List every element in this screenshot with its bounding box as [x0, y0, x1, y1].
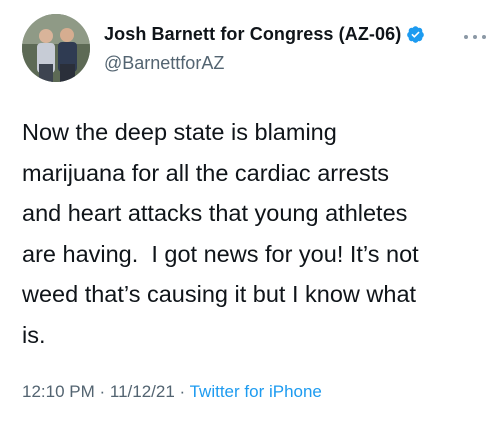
tweet-time[interactable]: 12:10 PM: [22, 382, 95, 401]
tweet-card: Josh Barnett for Congress (AZ-06) @Barne…: [0, 0, 500, 424]
more-options-icon[interactable]: [464, 32, 486, 42]
tweet-text: Now the deep state is blaming marijuana …: [22, 119, 419, 348]
avatar[interactable]: [22, 14, 90, 82]
verified-badge-icon: [406, 25, 425, 44]
more-dot: [482, 35, 486, 39]
author-name-row[interactable]: Josh Barnett for Congress (AZ-06): [104, 24, 425, 45]
more-dot: [464, 35, 468, 39]
meta-separator: ·: [174, 382, 190, 401]
tweet-source-link[interactable]: Twitter for iPhone: [190, 382, 322, 401]
meta-separator: ·: [94, 382, 110, 401]
author-handle[interactable]: @BarnettforAZ: [104, 53, 224, 74]
tweet-date[interactable]: 11/12/21: [110, 382, 175, 401]
author-display-name[interactable]: Josh Barnett for Congress (AZ-06): [104, 24, 401, 45]
tweet-meta: 12:10 PM · 11/12/21 · Twitter for iPhone: [22, 382, 322, 402]
more-dot: [473, 35, 477, 39]
avatar-photo: [22, 14, 90, 82]
